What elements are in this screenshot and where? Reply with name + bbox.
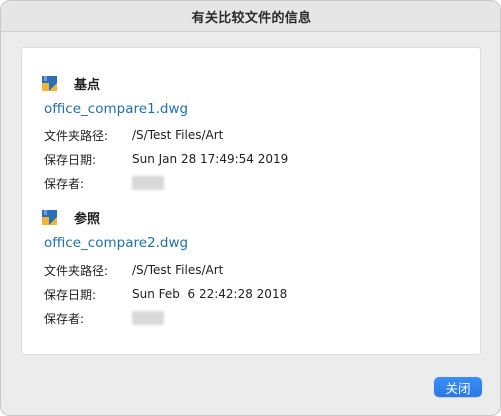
base-section-header: 基点	[42, 72, 100, 94]
base-folder-row: 文件夹路径: /S/Test Files/Art	[44, 126, 223, 144]
close-button[interactable]: 关闭	[434, 377, 482, 397]
base-saver-redacted	[132, 176, 164, 190]
reference-date-value: Sun Feb 6 22:42:28 2018	[132, 287, 288, 301]
info-panel: 基点 office_compare1.dwg 文件夹路径: /S/Test Fi…	[21, 47, 481, 355]
base-saver-row: 保存者:	[44, 174, 164, 192]
reference-folder-value: /S/Test Files/Art	[132, 263, 224, 277]
window-title: 有关比较文件的信息	[191, 10, 312, 26]
base-filename: office_compare1.dwg	[44, 101, 189, 117]
title-bar[interactable]: 有关比较文件的信息	[1, 1, 500, 32]
base-section-label: 基点	[74, 77, 101, 93]
reference-saver-row: 保存者:	[44, 309, 164, 327]
base-folder-value: /S/Test Files/Art	[132, 128, 224, 142]
reference-filename: office_compare2.dwg	[44, 235, 189, 251]
base-folder-label: 文件夹路径:	[44, 128, 109, 143]
reference-date-label: 保存日期:	[44, 287, 97, 302]
reference-saver-redacted	[132, 311, 164, 325]
base-saver-label: 保存者:	[44, 176, 85, 191]
dwg-file-icon	[42, 209, 57, 225]
reference-folder-label: 文件夹路径:	[44, 263, 109, 278]
base-date-value: Sun Jan 28 17:49:54 2019	[132, 152, 289, 166]
base-date-label: 保存日期:	[44, 152, 97, 167]
dialog-window: 有关比较文件的信息 基点 office_compare1.dwg 文件夹路径: …	[0, 0, 501, 416]
base-date-row: 保存日期: Sun Jan 28 17:49:54 2019	[44, 150, 288, 168]
reference-saver-label: 保存者:	[44, 311, 85, 326]
dwg-file-icon	[42, 75, 57, 91]
reference-date-row: 保存日期: Sun Feb 6 22:42:28 2018	[44, 285, 287, 303]
reference-folder-row: 文件夹路径: /S/Test Files/Art	[44, 261, 223, 279]
reference-section-label: 参照	[74, 211, 101, 227]
reference-section-header: 参照	[42, 206, 100, 228]
